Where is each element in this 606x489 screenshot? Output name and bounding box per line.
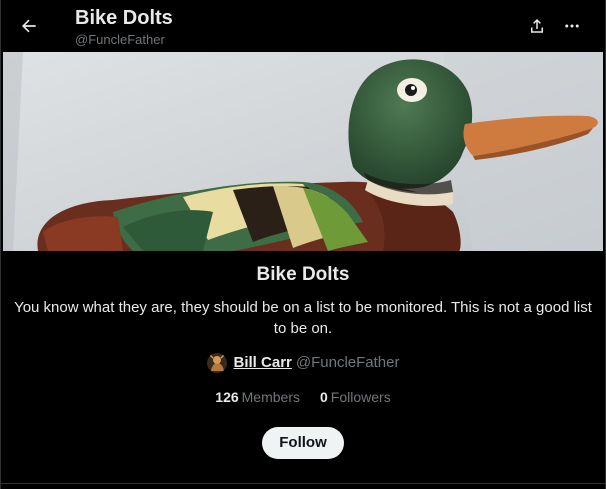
list-banner-image [3,52,603,251]
members-count: 126 [215,389,239,405]
list-owner: Bill Carr @FuncleFather [1,353,605,373]
bottom-divider [1,483,605,484]
more-button[interactable] [558,12,586,40]
avatar-image [206,353,227,373]
list-stats: 126 Members 0 Followers [1,387,605,407]
header-titles: Bike Dolts @FuncleFather [75,6,173,49]
share-icon [531,18,543,33]
share-button[interactable] [523,12,551,40]
arrow-left-icon [22,19,36,33]
list-info: Bike Dolts You know what they are, they … [1,251,605,459]
back-button[interactable] [15,12,43,40]
owner-name-link[interactable]: Bill Carr [234,353,292,373]
followers-label: Followers [330,389,391,405]
list-page: Bike Dolts @FuncleFather Bike Dolts You … [0,0,606,489]
more-horizontal-icon [565,24,579,28]
top-bar: Bike Dolts @FuncleFather [1,0,606,52]
members-label: Members [241,389,300,405]
owner-avatar[interactable] [206,353,227,373]
followers-count: 0 [320,389,328,405]
members-stat-link[interactable]: 126 Members [215,387,300,407]
page-handle: @FuncleFather [75,32,165,47]
page-title: Bike Dolts [75,7,173,29]
list-description: You know what they are, they should be o… [14,299,592,337]
list-name: Bike Dolts [256,264,350,285]
follow-button[interactable]: Follow [262,427,344,459]
duck-decoy-photo [3,52,603,251]
followers-stat-link[interactable]: 0 Followers [320,387,391,407]
owner-handle: @FuncleFather [295,354,400,371]
